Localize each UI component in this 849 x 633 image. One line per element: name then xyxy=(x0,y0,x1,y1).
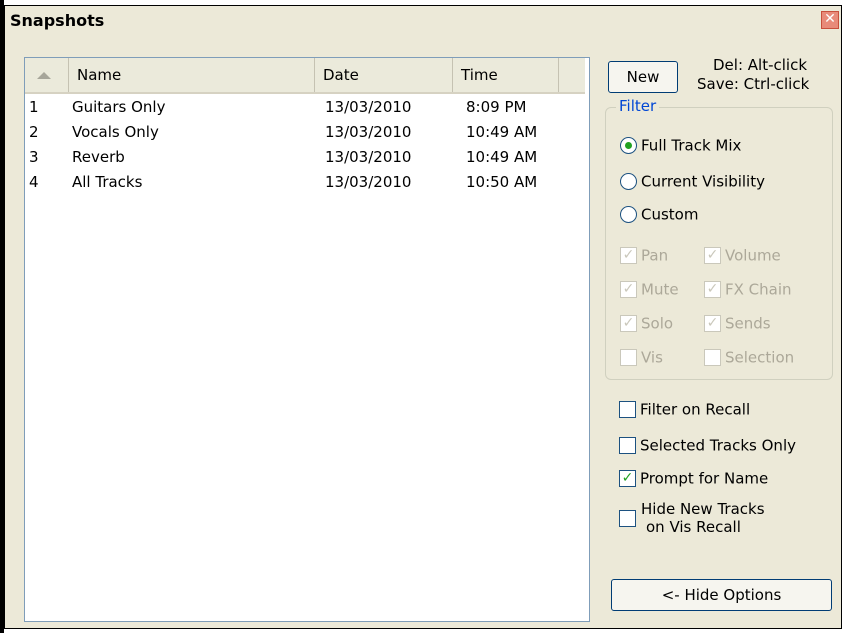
snapshot-list[interactable]: Name Date Time 1 Guitars Only 13/03/2010… xyxy=(24,57,590,622)
snapshot-name: Guitars Only xyxy=(72,98,166,116)
snapshot-date: 13/03/2010 xyxy=(325,173,412,191)
snapshot-time: 8:09 PM xyxy=(466,98,527,116)
checkbox-checked-icon: ✓ xyxy=(704,247,721,264)
check-label: Mute xyxy=(641,280,679,299)
snapshot-date: 13/03/2010 xyxy=(325,148,412,166)
snapshot-date: 13/03/2010 xyxy=(325,123,412,141)
check-label: Sends xyxy=(725,314,771,333)
row-number: 1 xyxy=(29,98,39,116)
radio-label: Current Visibility xyxy=(641,172,765,191)
column-header-date[interactable]: Date xyxy=(315,58,453,92)
check-label: FX Chain xyxy=(725,280,792,299)
sort-column-header[interactable] xyxy=(25,58,69,92)
radio-current-visibility[interactable]: Current Visibility xyxy=(620,172,765,191)
check-hide-new-tracks[interactable]: Hide New Tracks on Vis Recall xyxy=(619,500,765,536)
list-header: Name Date Time xyxy=(25,58,585,94)
check-mute[interactable]: ✓ Mute xyxy=(620,280,679,299)
snapshot-time: 10:49 AM xyxy=(466,148,538,166)
table-row[interactable]: 1 Guitars Only 13/03/2010 8:09 PM xyxy=(25,95,585,120)
checkbox-checked-icon: ✓ xyxy=(704,315,721,332)
checkbox-icon xyxy=(619,437,636,454)
table-row[interactable]: 4 All Tracks 13/03/2010 10:50 AM xyxy=(25,170,585,195)
checkbox-icon xyxy=(619,510,636,527)
checkbox-checked-icon: ✓ xyxy=(620,315,637,332)
check-label: Hide New Tracks xyxy=(641,500,765,518)
checkbox-icon xyxy=(704,349,721,366)
delete-hint: Del: Alt-click xyxy=(713,56,808,74)
check-sends[interactable]: ✓ Sends xyxy=(704,314,771,333)
check-label: Prompt for Name xyxy=(640,469,769,488)
title-bar[interactable]: Snapshots ✕ xyxy=(5,6,841,36)
checkbox-checked-icon: ✓ xyxy=(704,281,721,298)
radio-label: Custom xyxy=(641,205,699,224)
snapshot-date: 13/03/2010 xyxy=(325,98,412,116)
check-solo[interactable]: ✓ Solo xyxy=(620,314,673,333)
new-snapshot-button[interactable]: New xyxy=(608,61,678,93)
column-header-time[interactable]: Time xyxy=(453,58,559,92)
check-filter-on-recall[interactable]: Filter on Recall xyxy=(619,400,750,419)
check-pan[interactable]: ✓ Pan xyxy=(620,246,668,265)
shortcut-hint: Del: Alt-click Save: Ctrl-click xyxy=(697,56,809,94)
checkbox-checked-icon: ✓ xyxy=(619,470,636,487)
check-selected-tracks-only[interactable]: Selected Tracks Only xyxy=(619,436,796,455)
check-label: Selected Tracks Only xyxy=(640,436,796,455)
filter-group-label: Filter xyxy=(616,97,660,115)
table-row[interactable]: 3 Reverb 13/03/2010 10:49 AM xyxy=(25,145,585,170)
check-label: Solo xyxy=(641,314,674,333)
check-volume[interactable]: ✓ Volume xyxy=(704,246,781,265)
check-label: Vis xyxy=(641,348,663,367)
snapshot-time: 10:49 AM xyxy=(466,123,538,141)
radio-selected-icon xyxy=(620,137,637,154)
row-number: 2 xyxy=(29,123,39,141)
checkbox-icon xyxy=(620,349,637,366)
check-prompt-for-name[interactable]: ✓ Prompt for Name xyxy=(619,469,768,488)
check-label: Selection xyxy=(725,348,795,367)
radio-icon xyxy=(620,173,637,190)
save-hint: Save: Ctrl-click xyxy=(697,75,810,93)
check-label: Filter on Recall xyxy=(640,400,751,419)
checkbox-icon xyxy=(619,401,636,418)
close-icon[interactable]: ✕ xyxy=(821,11,839,29)
snapshot-name: All Tracks xyxy=(72,173,143,191)
row-number: 3 xyxy=(29,148,39,166)
snapshot-time: 10:50 AM xyxy=(466,173,538,191)
radio-icon xyxy=(620,206,637,223)
check-label: Pan xyxy=(641,246,669,265)
check-selection[interactable]: Selection xyxy=(704,348,794,367)
table-row[interactable]: 2 Vocals Only 13/03/2010 10:49 AM xyxy=(25,120,585,145)
checkbox-checked-icon: ✓ xyxy=(620,247,637,264)
window-title: Snapshots xyxy=(10,11,105,30)
snapshot-name: Vocals Only xyxy=(72,123,159,141)
row-number: 4 xyxy=(29,173,39,191)
radio-full-track-mix[interactable]: Full Track Mix xyxy=(620,136,741,155)
check-label: Volume xyxy=(725,246,781,265)
check-fx-chain[interactable]: ✓ FX Chain xyxy=(704,280,792,299)
radio-custom[interactable]: Custom xyxy=(620,205,698,224)
snapshot-name: Reverb xyxy=(72,148,125,166)
check-vis[interactable]: Vis xyxy=(620,348,663,367)
hide-options-button[interactable]: <- Hide Options xyxy=(611,579,832,611)
check-label-line2: on Vis Recall xyxy=(646,518,741,536)
radio-label: Full Track Mix xyxy=(641,136,742,155)
checkbox-checked-icon: ✓ xyxy=(620,281,637,298)
column-header-filler xyxy=(559,58,585,92)
sort-ascending-icon xyxy=(37,72,51,79)
column-header-name[interactable]: Name xyxy=(69,58,315,92)
